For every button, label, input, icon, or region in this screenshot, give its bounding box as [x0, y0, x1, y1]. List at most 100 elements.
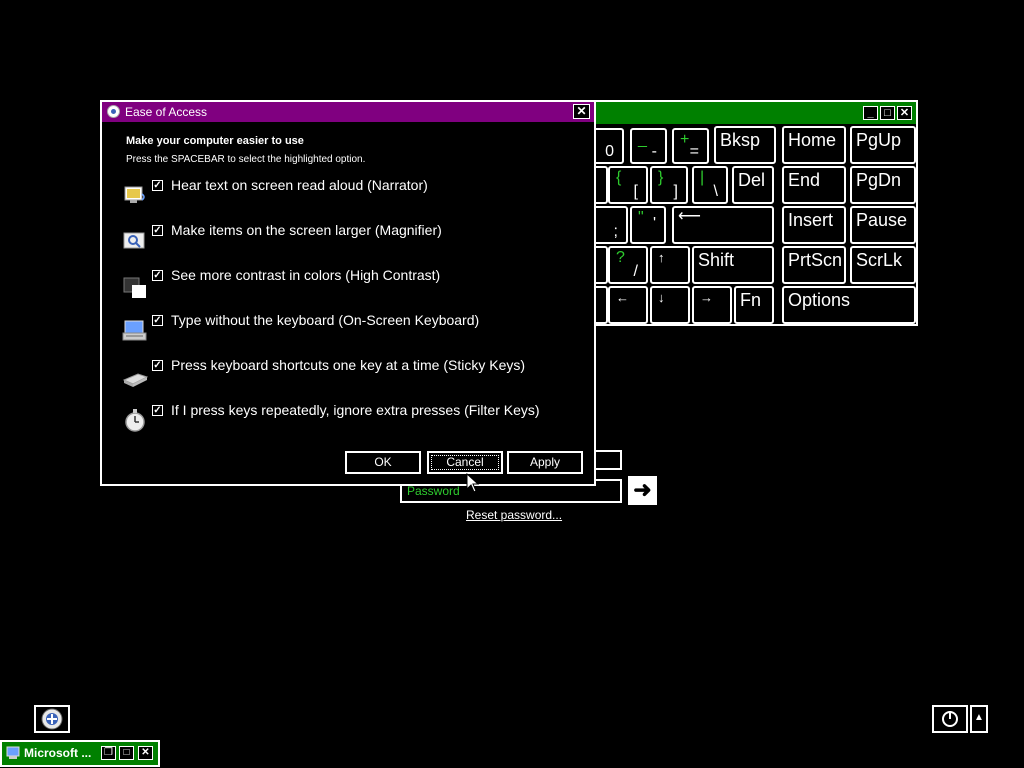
key-backslash[interactable]: | \ [692, 166, 728, 204]
osk-title-bar[interactable]: _ □ ✕ [596, 102, 916, 124]
sticky-keys-icon [122, 373, 148, 387]
key-backspace[interactable]: Bksp [714, 126, 776, 164]
submit-arrow-button[interactable]: ➜ [628, 476, 657, 505]
dialog-title: Ease of Access [125, 105, 208, 119]
close-icon[interactable]: ✕ [138, 746, 153, 760]
high-contrast-checkbox[interactable]: ✓ [152, 270, 163, 281]
high-contrast-icon [123, 277, 146, 298]
key-shift-label: | [700, 169, 705, 186]
ease-of-access-icon [41, 708, 63, 730]
magnifier-checkbox[interactable]: ✓ [152, 225, 163, 236]
reset-password-link[interactable]: Reset password... [466, 508, 562, 522]
stopwatch-icon [125, 409, 145, 432]
key-label: Insert [788, 210, 834, 230]
key-label: Options [788, 290, 851, 310]
option-on-screen-keyboard[interactable]: ✓ Type without the keyboard (On-Screen K… [122, 312, 562, 351]
key-label: - [651, 143, 657, 160]
filter-keys-checkbox[interactable]: ✓ [152, 405, 163, 416]
key-label: Pause [856, 210, 908, 230]
dialog-title-bar[interactable]: Ease of Access ✕ [102, 102, 594, 122]
maximize-icon[interactable]: □ [880, 106, 895, 120]
option-label: Type without the keyboard (On-Screen Key… [171, 312, 480, 328]
key-pause[interactable]: Pause [850, 206, 916, 244]
arrow-right-icon: ➜ [633, 477, 652, 502]
key-semicolon[interactable]: ; [592, 206, 628, 244]
key-label: PgDn [856, 170, 902, 190]
osk-checkbox[interactable]: ✓ [152, 315, 163, 326]
key-enter[interactable]: ⟵ [672, 206, 774, 244]
minimize-icon[interactable]: _ [863, 106, 878, 120]
key-label: Home [788, 130, 837, 150]
key-down-arrow[interactable]: ↓ [650, 286, 690, 324]
key-right-bracket[interactable]: } ] [650, 166, 688, 204]
up-arrow-icon: ↑ [658, 250, 665, 265]
option-high-contrast[interactable]: ✓ See more contrast in colors (High Cont… [122, 267, 562, 306]
apply-button[interactable]: Apply [507, 451, 583, 474]
option-narrator[interactable]: ✓ Hear text on screen read aloud (Narrat… [122, 177, 562, 216]
key-label: ScrLk [856, 250, 903, 270]
close-icon[interactable]: ✕ [573, 104, 590, 119]
key-label: ] [673, 183, 678, 200]
key-label: [ [633, 183, 638, 200]
maximize-icon[interactable]: □ [119, 746, 134, 760]
key-left-bracket[interactable]: { [ [608, 166, 648, 204]
key-left-arrow[interactable]: ← [608, 286, 648, 324]
windows-app-icon [6, 746, 20, 759]
narrator-icon [124, 186, 145, 203]
key-label: End [788, 170, 821, 190]
on-screen-keyboard-window: _ □ ✕ 0 _ - + = Bksp Home PgUp { [ } ] |… [592, 100, 918, 326]
sticky-keys-checkbox[interactable]: ✓ [152, 360, 163, 371]
key-label: Bksp [720, 130, 761, 150]
restore-icon[interactable]: ❐ [101, 746, 116, 760]
key-end[interactable]: End [782, 166, 846, 204]
ease-of-access-button[interactable] [34, 705, 70, 733]
key-fn[interactable]: Fn [734, 286, 774, 324]
option-label: Press keyboard shortcuts one key at a ti… [171, 357, 526, 373]
key-shift-label: { [616, 169, 622, 186]
taskbar-item-label: Microsoft ... [24, 746, 92, 760]
option-label: See more contrast in colors (High Contra… [171, 267, 441, 283]
key-insert[interactable]: Insert [782, 206, 846, 244]
chevron-up-icon: ▲ [974, 712, 984, 723]
option-filter-keys[interactable]: ✓ If I press keys repeatedly, ignore ext… [122, 402, 562, 441]
key-up-arrow[interactable]: ↑ [650, 246, 690, 284]
key-label: Fn [740, 290, 762, 310]
key-scrlk[interactable]: ScrLk [850, 246, 916, 284]
shutdown-button[interactable] [932, 705, 968, 733]
key-shift-label: } [658, 169, 664, 186]
key-pgup[interactable]: PgUp [850, 126, 916, 164]
key-slash[interactable]: ? / [608, 246, 648, 284]
key-quote[interactable]: " ' [630, 206, 666, 244]
key-0[interactable]: 0 [592, 128, 624, 164]
shutdown-options-button[interactable]: ▲ [970, 705, 988, 733]
option-magnifier[interactable]: ✓ Make items on the screen larger (Magni… [122, 222, 562, 261]
option-sticky-keys[interactable]: ✓ Press keyboard shortcuts one key at a … [122, 357, 562, 396]
key-label: \ [713, 183, 718, 200]
key-label: ' [652, 215, 656, 232]
close-icon[interactable]: ✕ [897, 106, 912, 120]
ease-of-access-dialog: Ease of Access ✕ Make your computer easi… [100, 100, 596, 486]
ease-of-access-icon [107, 105, 120, 118]
key-label: Del [738, 170, 766, 190]
key-equals[interactable]: + = [672, 128, 709, 164]
key-pgdn[interactable]: PgDn [850, 166, 916, 204]
key-label: / [633, 263, 638, 280]
key-options[interactable]: Options [782, 286, 916, 324]
dialog-subheading: Press the SPACEBAR to select the highlig… [126, 154, 366, 165]
key-shift[interactable]: Shift [692, 246, 774, 284]
key-shift-label: + [680, 131, 690, 148]
key-label: = [689, 143, 699, 160]
key-minus[interactable]: _ - [630, 128, 667, 164]
key-label: PrtScn [788, 250, 843, 270]
key-home[interactable]: Home [782, 126, 846, 164]
key-delete[interactable]: Del [732, 166, 774, 204]
key-prtscn[interactable]: PrtScn [782, 246, 846, 284]
dialog-heading: Make your computer easier to use [126, 135, 304, 147]
narrator-checkbox[interactable]: ✓ [152, 180, 163, 191]
key-label: PgUp [856, 130, 902, 150]
taskbar-window-item[interactable]: Microsoft ... ❐ □ ✕ [0, 740, 160, 767]
key-right-arrow[interactable]: → [692, 286, 732, 324]
ok-button[interactable]: OK [345, 451, 421, 474]
cancel-button[interactable]: Cancel [427, 451, 503, 474]
key-label: 0 [605, 143, 614, 160]
